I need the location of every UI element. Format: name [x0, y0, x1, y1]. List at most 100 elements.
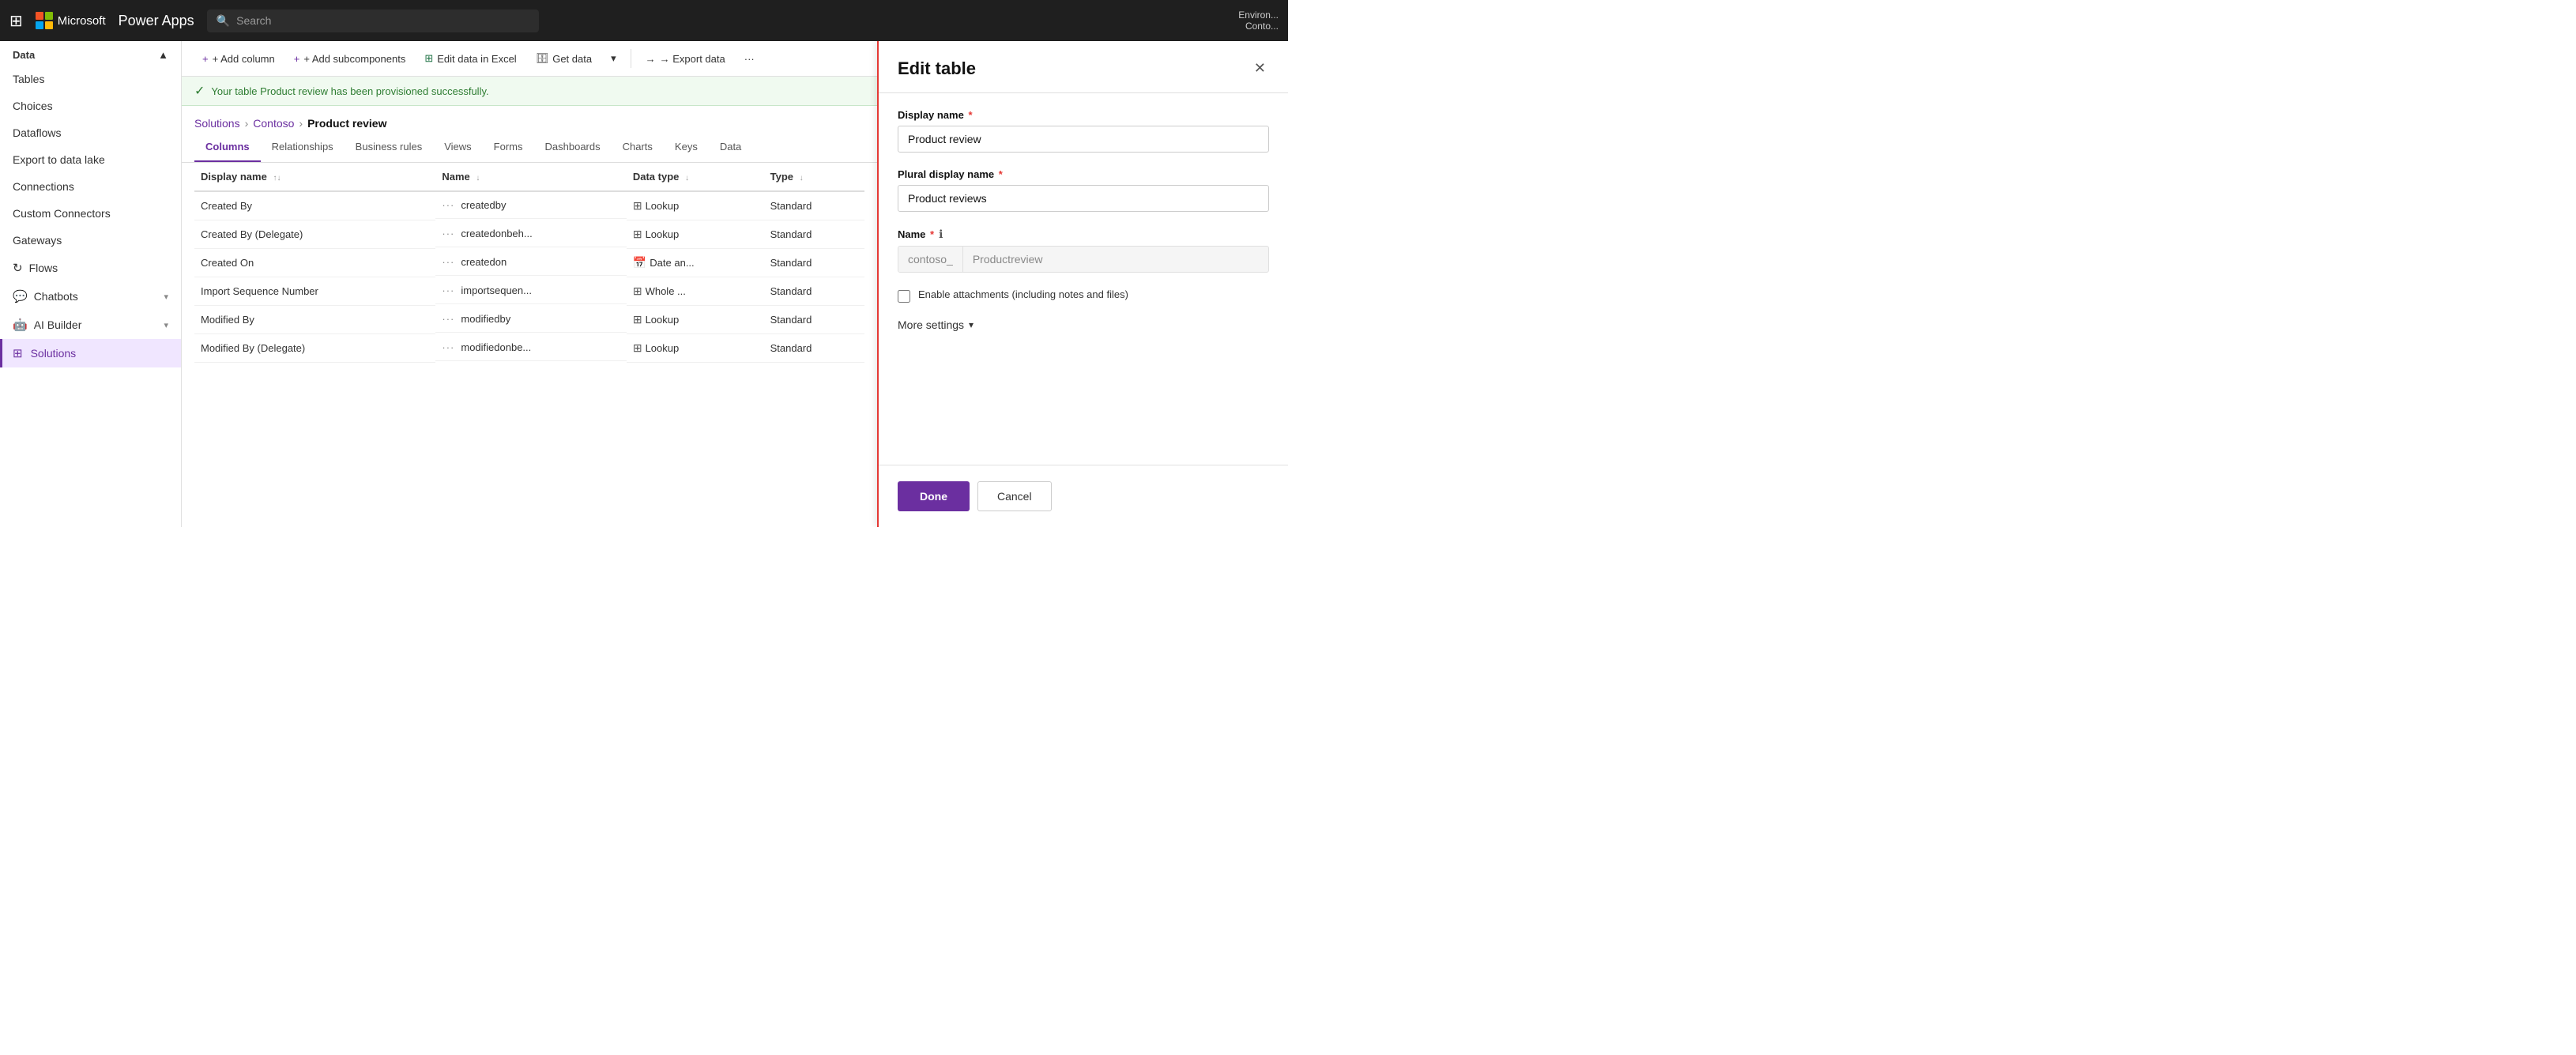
display-name-input[interactable] [898, 126, 1269, 153]
more-settings-toggle[interactable]: More settings ▾ [898, 318, 1269, 331]
col-header-type[interactable]: Type ↓ [764, 163, 864, 191]
more-options-button[interactable]: ··· [736, 48, 763, 70]
cell-data-type: 📅Date an... [627, 249, 764, 277]
sidebar-item-label: Gateways [13, 234, 62, 247]
row-menu-icon[interactable]: ··· [442, 199, 454, 211]
cell-data-type: ⊞Whole ... [627, 277, 764, 306]
cell-dots-menu: ··· createdby [435, 192, 626, 219]
plural-name-label: Plural display name * [898, 168, 1269, 180]
chevron-down-icon: ▾ [164, 320, 168, 330]
tab-columns[interactable]: Columns [194, 133, 261, 162]
success-message: Your table Product review has been provi… [211, 85, 488, 97]
tab-forms[interactable]: Forms [483, 133, 534, 162]
breadcrumb-contoso[interactable]: Contoso [253, 117, 294, 130]
edit-table-panel: Edit table ✕ Display name * Plural displ… [877, 41, 1288, 527]
col-header-data-type[interactable]: Data type ↓ [627, 163, 764, 191]
cell-data-type: ⊞Lookup [627, 334, 764, 363]
plus-icon: + [294, 53, 300, 65]
sidebar-item-connections[interactable]: Connections [0, 173, 181, 200]
row-menu-icon[interactable]: ··· [442, 341, 454, 353]
tab-charts[interactable]: Charts [612, 133, 664, 162]
data-type-icon: ⊞ [633, 228, 642, 240]
sidebar-item-custom-connectors[interactable]: Custom Connectors [0, 200, 181, 227]
sidebar-item-gateways[interactable]: Gateways [0, 227, 181, 254]
cell-data-type: ⊞Lookup [627, 306, 764, 334]
sidebar: Data ▲ Tables Choices Dataflows Export t… [0, 41, 182, 527]
waffle-icon[interactable]: ⊞ [9, 11, 23, 31]
export-data-button[interactable]: → → Export data [638, 48, 733, 70]
get-data-button[interactable]: 🗄 Get data [528, 47, 600, 70]
name-prefix: contoso_ [898, 247, 963, 272]
sidebar-item-choices[interactable]: Choices [0, 92, 181, 119]
enable-attachments-checkbox[interactable] [898, 290, 910, 303]
row-menu-icon[interactable]: ··· [442, 228, 454, 239]
edit-panel-title: Edit table [898, 58, 976, 79]
cell-type: Standard [764, 277, 864, 306]
content-area: + + Add column + + Add subcomponents ⊞ E… [182, 41, 877, 527]
ai-icon: 🤖 [13, 318, 28, 332]
close-button[interactable]: ✕ [1251, 57, 1269, 80]
environment-info: Environ... Conto... [1238, 9, 1279, 32]
sort-icon: ↓ [685, 174, 689, 183]
name-field-group: Name * ℹ contoso_ Productreview [898, 228, 1269, 273]
col-header-name[interactable]: Name ↓ [435, 163, 626, 191]
sidebar-item-chatbots[interactable]: 💬 Chatbots ▾ [0, 282, 181, 311]
sidebar-item-export-lake[interactable]: Export to data lake [0, 146, 181, 173]
tab-business-rules[interactable]: Business rules [345, 133, 434, 162]
tab-relationships[interactable]: Relationships [261, 133, 345, 162]
sidebar-item-flows[interactable]: ↻ Flows [0, 254, 181, 282]
data-type-icon: 📅 [633, 256, 646, 269]
tab-views[interactable]: Views [433, 133, 482, 162]
cell-display-name: Import Sequence Number [194, 277, 435, 306]
required-indicator: * [999, 168, 1003, 180]
cell-dots-menu: ··· importsequen... [435, 277, 626, 304]
sidebar-item-ai-builder[interactable]: 🤖 AI Builder ▾ [0, 311, 181, 339]
sidebar-item-label: Export to data lake [13, 153, 105, 166]
attachments-checkbox-row: Enable attachments (including notes and … [898, 288, 1269, 303]
breadcrumb-current: Product review [307, 117, 386, 130]
cell-dots-menu: ··· modifiedonbe... [435, 334, 626, 361]
sidebar-item-tables[interactable]: Tables [0, 66, 181, 92]
tab-dashboards[interactable]: Dashboards [534, 133, 612, 162]
cell-name-value: modifiedonbe... [461, 341, 531, 353]
cell-display-name: Created On [194, 249, 435, 277]
tabs-bar: Columns Relationships Business rules Vie… [182, 133, 877, 163]
check-icon: ✓ [194, 83, 205, 99]
sidebar-data-section[interactable]: Data ▲ [0, 41, 181, 66]
sidebar-item-label: Tables [13, 73, 44, 85]
chevron-down-icon: ▾ [611, 52, 616, 65]
edit-panel-footer: Done Cancel [879, 465, 1288, 527]
sidebar-item-dataflows[interactable]: Dataflows [0, 119, 181, 146]
row-menu-icon[interactable]: ··· [442, 256, 454, 268]
edit-excel-button[interactable]: ⊞ Edit data in Excel [416, 47, 524, 70]
breadcrumb-solutions[interactable]: Solutions [194, 117, 240, 130]
add-column-button[interactable]: + + Add column [194, 48, 283, 70]
collapse-icon[interactable]: ▲ [158, 49, 168, 61]
done-button[interactable]: Done [898, 481, 970, 511]
name-label: Name * [898, 228, 934, 240]
table-container: Display name ↑↓ Name ↓ Data type ↓ Type … [182, 163, 877, 527]
sidebar-item-label: Choices [13, 100, 53, 112]
plural-name-input[interactable] [898, 185, 1269, 212]
table-row: Modified By ··· modifiedby ⊞Lookup Stand… [194, 306, 864, 334]
sidebar-section-label: Data [13, 49, 35, 61]
cell-name-value: createdonbeh... [461, 228, 532, 239]
name-value: Productreview [963, 247, 1053, 272]
search-input[interactable] [236, 14, 529, 27]
tab-data[interactable]: Data [709, 133, 752, 162]
row-menu-icon[interactable]: ··· [442, 284, 454, 296]
cancel-button[interactable]: Cancel [977, 481, 1052, 511]
cell-dots-menu: ··· createdonbeh... [435, 220, 626, 247]
search-bar[interactable]: 🔍 [207, 9, 539, 32]
info-icon[interactable]: ℹ [939, 228, 943, 241]
sidebar-item-label: Chatbots [34, 290, 78, 303]
col-header-display-name[interactable]: Display name ↑↓ [194, 163, 435, 191]
add-subcomponents-button[interactable]: + + Add subcomponents [286, 48, 414, 70]
table-row: Created On ··· createdon 📅Date an... Sta… [194, 249, 864, 277]
tab-keys[interactable]: Keys [664, 133, 709, 162]
sidebar-item-label: Flows [29, 262, 58, 274]
row-menu-icon[interactable]: ··· [442, 313, 454, 325]
sidebar-item-solutions[interactable]: ⊞ Solutions [0, 339, 181, 367]
dropdown-arrow-button[interactable]: ▾ [603, 47, 624, 70]
cell-data-type: ⊞Lookup [627, 191, 764, 220]
